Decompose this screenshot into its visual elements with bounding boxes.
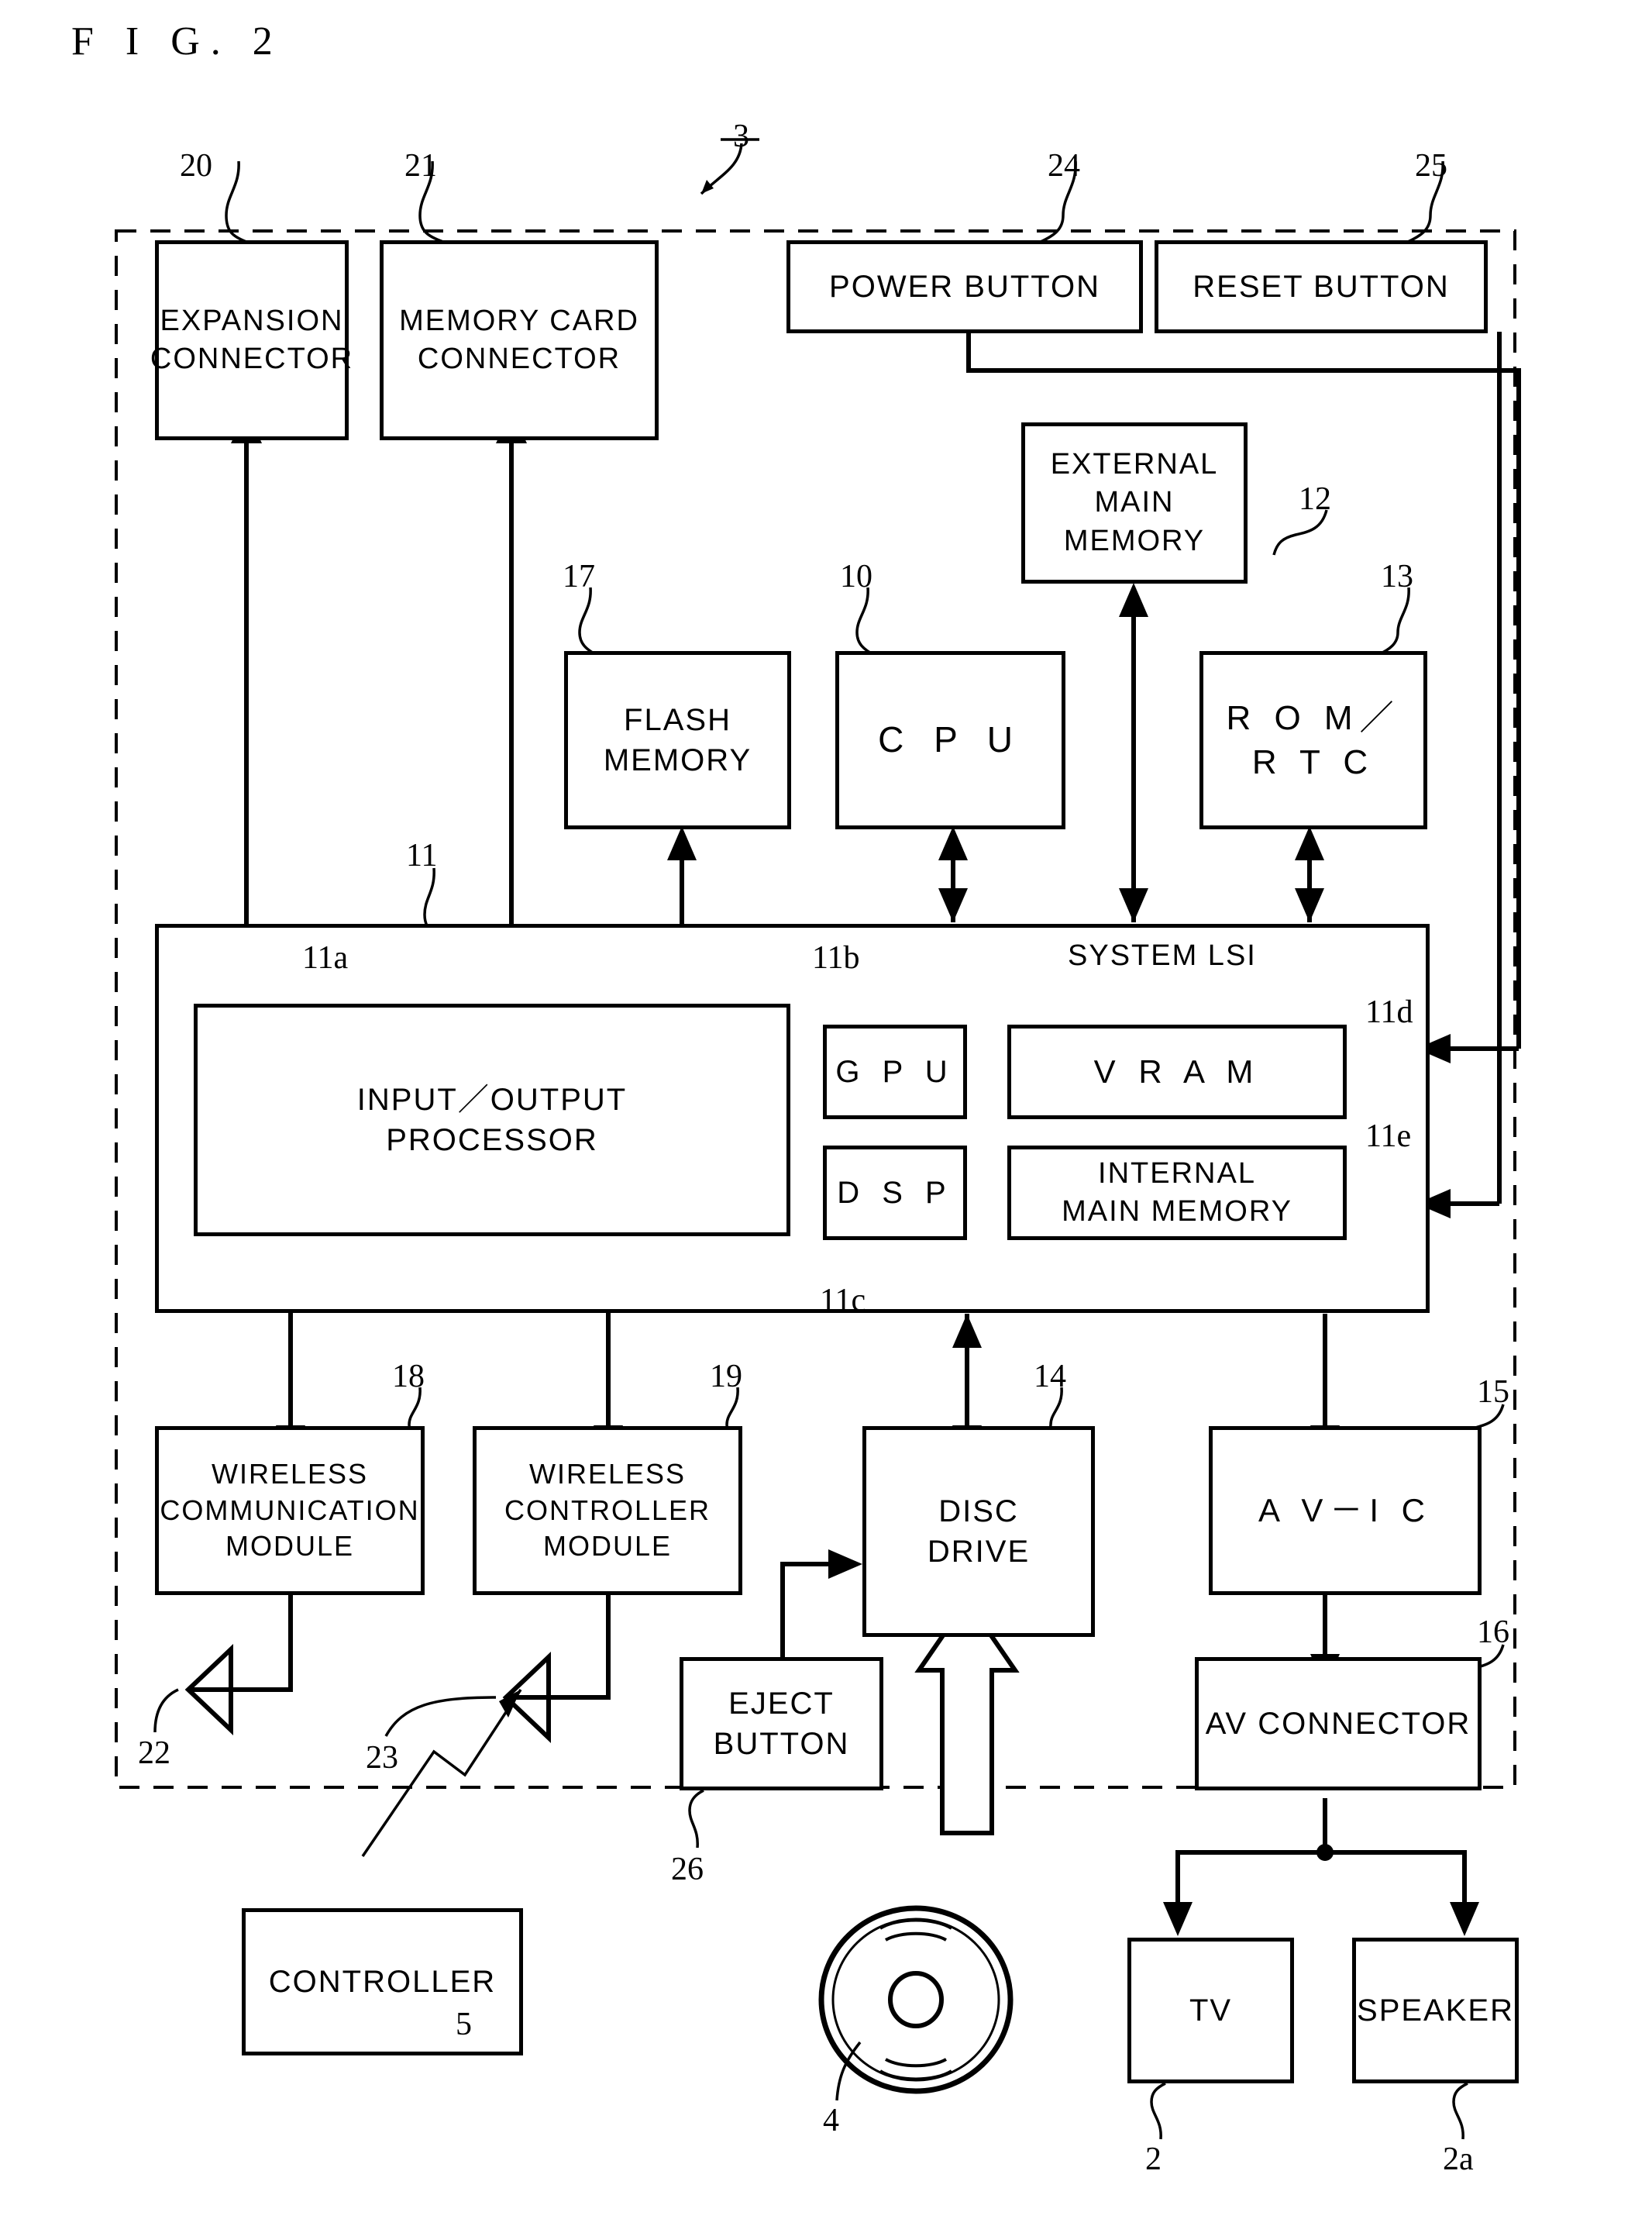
block-dsp[interactable]: D S P: [823, 1146, 967, 1240]
ref-12: 12: [1299, 481, 1331, 517]
ref-22: 22: [138, 1735, 170, 1771]
block-controller[interactable]: CONTROLLER: [242, 1908, 523, 2055]
block-eject-button[interactable]: EJECT BUTTON: [680, 1657, 883, 1790]
block-wireless-controller-module[interactable]: WIRELESS CONTROLLER MODULE: [473, 1426, 742, 1595]
ref-11d: 11d: [1365, 994, 1413, 1030]
system-lsi-label: SYSTEM LSI: [1068, 939, 1257, 972]
ref-3: 3: [733, 119, 749, 154]
block-vram[interactable]: V R A M: [1007, 1025, 1347, 1119]
block-rom-rtc[interactable]: R O M／ R T C: [1199, 651, 1427, 829]
block-wireless-communication-module[interactable]: WIRELESS COMMUNICATION MODULE: [155, 1426, 425, 1595]
ref-26: 26: [671, 1852, 704, 1887]
ref-14: 14: [1034, 1359, 1066, 1394]
ref-21: 21: [404, 148, 437, 184]
block-speaker[interactable]: SPEAKER: [1352, 1938, 1519, 2083]
ref-18: 18: [392, 1359, 425, 1394]
block-disc-drive[interactable]: DISC DRIVE: [862, 1426, 1095, 1637]
block-reset-button[interactable]: RESET BUTTON: [1155, 240, 1488, 333]
ref-5: 5: [456, 2007, 472, 2042]
block-expansion-connector[interactable]: EXPANSION CONNECTOR: [150, 240, 352, 440]
figure-sheet: F I G. 2 EXPANSION CONNECTOR MEMORY CARD…: [0, 0, 1652, 2219]
ref-11e: 11e: [1365, 1118, 1412, 1154]
ref-13: 13: [1381, 559, 1413, 594]
ref-4: 4: [823, 2103, 839, 2138]
block-flash-memory[interactable]: FLASH MEMORY: [564, 651, 791, 829]
block-memory-card-connector[interactable]: MEMORY CARD CONNECTOR: [380, 240, 659, 440]
block-cpu[interactable]: C P U: [835, 651, 1065, 829]
ref-11: 11: [406, 838, 438, 873]
ref-15: 15: [1477, 1374, 1509, 1410]
block-io-processor[interactable]: INPUT／OUTPUT PROCESSOR: [194, 1004, 790, 1236]
ref-25: 25: [1415, 148, 1447, 184]
block-tv[interactable]: TV: [1127, 1938, 1294, 2083]
ref-2a: 2a: [1443, 2141, 1474, 2177]
ref-24: 24: [1048, 148, 1080, 184]
block-gpu[interactable]: G P U: [823, 1025, 967, 1119]
ref-20: 20: [180, 148, 212, 184]
ref-19: 19: [710, 1359, 742, 1394]
block-power-button[interactable]: POWER BUTTON: [786, 240, 1143, 333]
block-av-ic[interactable]: A V－I C: [1209, 1426, 1482, 1595]
block-av-connector[interactable]: AV CONNECTOR: [1195, 1657, 1482, 1790]
ref-2: 2: [1145, 2141, 1162, 2177]
block-internal-main-memory[interactable]: INTERNAL MAIN MEMORY: [1007, 1146, 1347, 1240]
ref-11b: 11b: [812, 940, 860, 976]
ref-23: 23: [366, 1740, 398, 1776]
figure-title: F I G. 2: [71, 19, 284, 64]
ref-16: 16: [1477, 1614, 1509, 1650]
ref-11a: 11a: [302, 940, 349, 976]
block-external-main-memory[interactable]: EXTERNAL MAIN MEMORY: [1021, 422, 1248, 584]
ref-17: 17: [563, 559, 595, 594]
ref-11c: 11c: [820, 1283, 866, 1318]
ref-10: 10: [840, 559, 872, 594]
